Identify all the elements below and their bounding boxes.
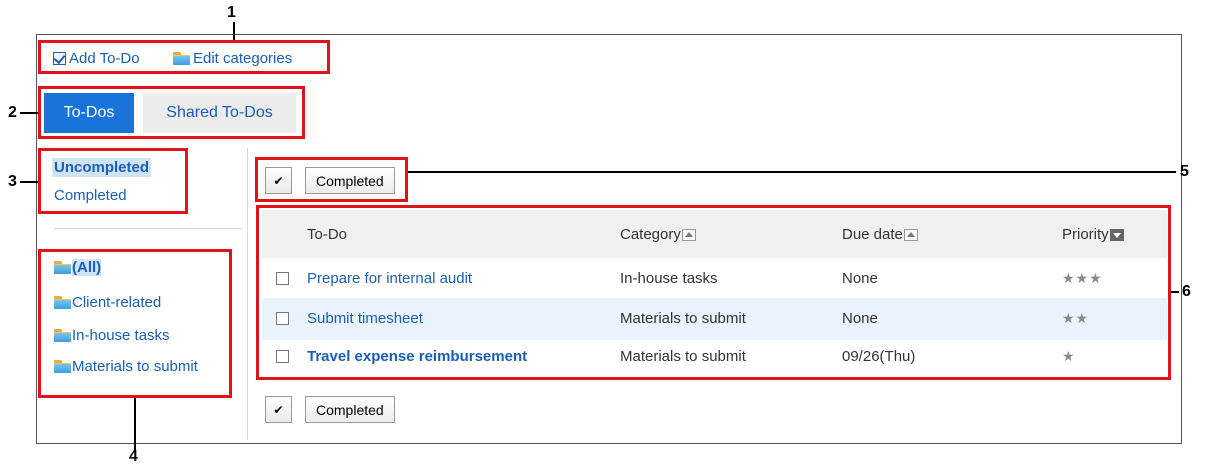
select-all-button[interactable]: ✔ bbox=[265, 167, 292, 194]
select-all-button-bottom[interactable]: ✔ bbox=[265, 396, 292, 423]
folder-icon bbox=[54, 329, 71, 342]
mark-completed-button-bottom[interactable]: Completed bbox=[305, 396, 395, 423]
todo-title-link[interactable]: Travel expense reimbursement bbox=[307, 348, 527, 365]
tab-shared-todos[interactable]: Shared To-Dos bbox=[143, 93, 296, 133]
folder-icon bbox=[54, 261, 71, 274]
todo-category: In-house tasks bbox=[620, 270, 718, 287]
sort-descending-icon[interactable] bbox=[1109, 229, 1124, 242]
callout-leader-1 bbox=[233, 22, 235, 40]
category-in-house-tasks[interactable]: In-house tasks bbox=[54, 327, 170, 344]
row-checkbox[interactable] bbox=[276, 312, 289, 325]
column-header-category-label: Category bbox=[620, 226, 681, 243]
table-header: To-Do Category Due date Priority bbox=[262, 210, 1167, 258]
callout-leader-6 bbox=[1171, 291, 1179, 293]
checkbox-icon bbox=[53, 52, 66, 65]
sort-ascending-icon[interactable] bbox=[903, 229, 918, 242]
tab-todos[interactable]: To-Dos bbox=[44, 93, 134, 133]
callout-number-3: 3 bbox=[8, 173, 17, 190]
callout-leader-2 bbox=[20, 112, 38, 114]
todo-due-date: None bbox=[842, 270, 878, 287]
column-header-due-date[interactable]: Due date bbox=[842, 226, 918, 243]
column-header-due-date-label: Due date bbox=[842, 226, 903, 243]
add-todo-label[interactable]: Add To-Do bbox=[69, 50, 140, 67]
column-header-todo: To-Do bbox=[307, 226, 348, 243]
category-client-related-label[interactable]: Client-related bbox=[72, 294, 161, 311]
callout-leader-3 bbox=[20, 181, 38, 183]
category-in-house-tasks-label[interactable]: In-house tasks bbox=[72, 327, 170, 344]
filter-uncompleted-label[interactable]: Uncompleted bbox=[54, 159, 149, 176]
edit-categories-link[interactable]: Edit categories bbox=[173, 50, 292, 67]
row-checkbox[interactable] bbox=[276, 272, 289, 285]
table-row: Submit timesheet Materials to submit Non… bbox=[262, 298, 1167, 340]
callout-leader-5 bbox=[408, 171, 1176, 173]
todo-category: Materials to submit bbox=[620, 348, 746, 365]
priority-stars-icon: ★ bbox=[1062, 348, 1076, 364]
category-client-related[interactable]: Client-related bbox=[54, 294, 161, 311]
priority-stars-icon: ★★★ bbox=[1062, 270, 1103, 286]
category-all-label[interactable]: (All) bbox=[72, 259, 102, 276]
column-header-priority[interactable]: Priority bbox=[1062, 226, 1124, 243]
mark-completed-button-top[interactable]: Completed bbox=[305, 167, 395, 194]
filter-completed[interactable]: Completed bbox=[54, 187, 127, 204]
category-all[interactable]: (All) bbox=[54, 259, 102, 276]
table-row: Travel expense reimbursement Materials t… bbox=[262, 336, 1167, 378]
todo-due-date: None bbox=[842, 310, 878, 327]
callout-number-5: 5 bbox=[1180, 163, 1189, 180]
callout-number-2: 2 bbox=[8, 104, 17, 121]
category-materials-to-submit[interactable]: Materials to submit bbox=[54, 358, 198, 375]
todo-title-link[interactable]: Prepare for internal audit bbox=[307, 270, 472, 287]
sidebar-divider bbox=[54, 228, 242, 229]
folder-icon bbox=[173, 52, 190, 65]
table-row: Prepare for internal audit In-house task… bbox=[262, 258, 1167, 300]
callout-leader-4 bbox=[134, 398, 136, 450]
filter-completed-label[interactable]: Completed bbox=[54, 187, 127, 204]
todo-title-link[interactable]: Submit timesheet bbox=[307, 310, 423, 327]
priority-stars-icon: ★★ bbox=[1062, 310, 1090, 326]
column-header-priority-label: Priority bbox=[1062, 226, 1109, 243]
column-header-category[interactable]: Category bbox=[620, 226, 696, 243]
row-checkbox[interactable] bbox=[276, 350, 289, 363]
todo-due-date: 09/26(Thu) bbox=[842, 348, 916, 365]
folder-icon bbox=[54, 360, 71, 373]
add-todo-link[interactable]: Add To-Do bbox=[53, 50, 140, 67]
category-materials-to-submit-label[interactable]: Materials to submit bbox=[72, 358, 198, 375]
edit-categories-label[interactable]: Edit categories bbox=[193, 50, 292, 67]
callout-number-1: 1 bbox=[227, 4, 236, 21]
todo-category: Materials to submit bbox=[620, 310, 746, 327]
content-divider bbox=[247, 148, 248, 440]
folder-icon bbox=[54, 296, 71, 309]
callout-number-6: 6 bbox=[1182, 283, 1191, 300]
filter-uncompleted[interactable]: Uncompleted bbox=[52, 158, 152, 177]
callout-number-4: 4 bbox=[129, 448, 138, 465]
sort-ascending-icon[interactable] bbox=[681, 229, 696, 242]
